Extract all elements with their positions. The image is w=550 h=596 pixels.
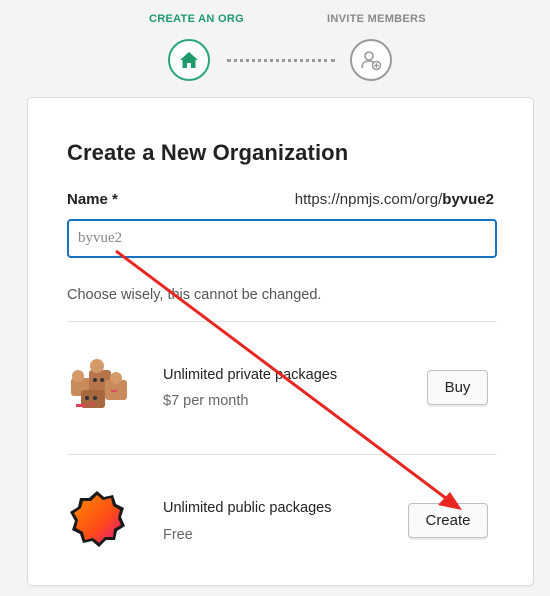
page-title: Create a New Organization [67, 140, 349, 165]
step-connector [227, 59, 335, 62]
step-label-invite-members: INVITE MEMBERS [327, 13, 426, 25]
step-invite-members [350, 39, 392, 81]
name-hint: Choose wisely, this cannot be changed. [67, 287, 322, 303]
divider [67, 321, 497, 322]
divider [67, 454, 497, 455]
create-button[interactable]: Create [408, 503, 488, 538]
plan-title-public: Unlimited public packages [163, 500, 332, 516]
private-packages-illustration [71, 359, 127, 408]
public-packages-badge [70, 491, 125, 547]
name-label: Name * [67, 191, 118, 208]
buy-button[interactable]: Buy [427, 370, 488, 405]
org-url-name: byvue2 [442, 191, 494, 208]
stepper: CREATE AN ORG INVITE MEMBERS [0, 0, 550, 96]
step-label-create-org: CREATE AN ORG [149, 13, 244, 25]
org-name-input[interactable] [67, 219, 497, 258]
plan-price-private: $7 per month [163, 393, 249, 409]
plan-price-public: Free [163, 527, 193, 543]
org-url-preview: https://npmjs.com/org/byvue2 [295, 191, 494, 208]
org-url-prefix: https://npmjs.com/org/ [294, 191, 443, 208]
plan-title-private: Unlimited private packages [163, 367, 338, 383]
create-org-card: Create a New Organization Name * https:/… [27, 97, 534, 586]
home-icon [180, 52, 198, 68]
step-create-org [168, 39, 210, 81]
add-user-icon [361, 51, 382, 71]
